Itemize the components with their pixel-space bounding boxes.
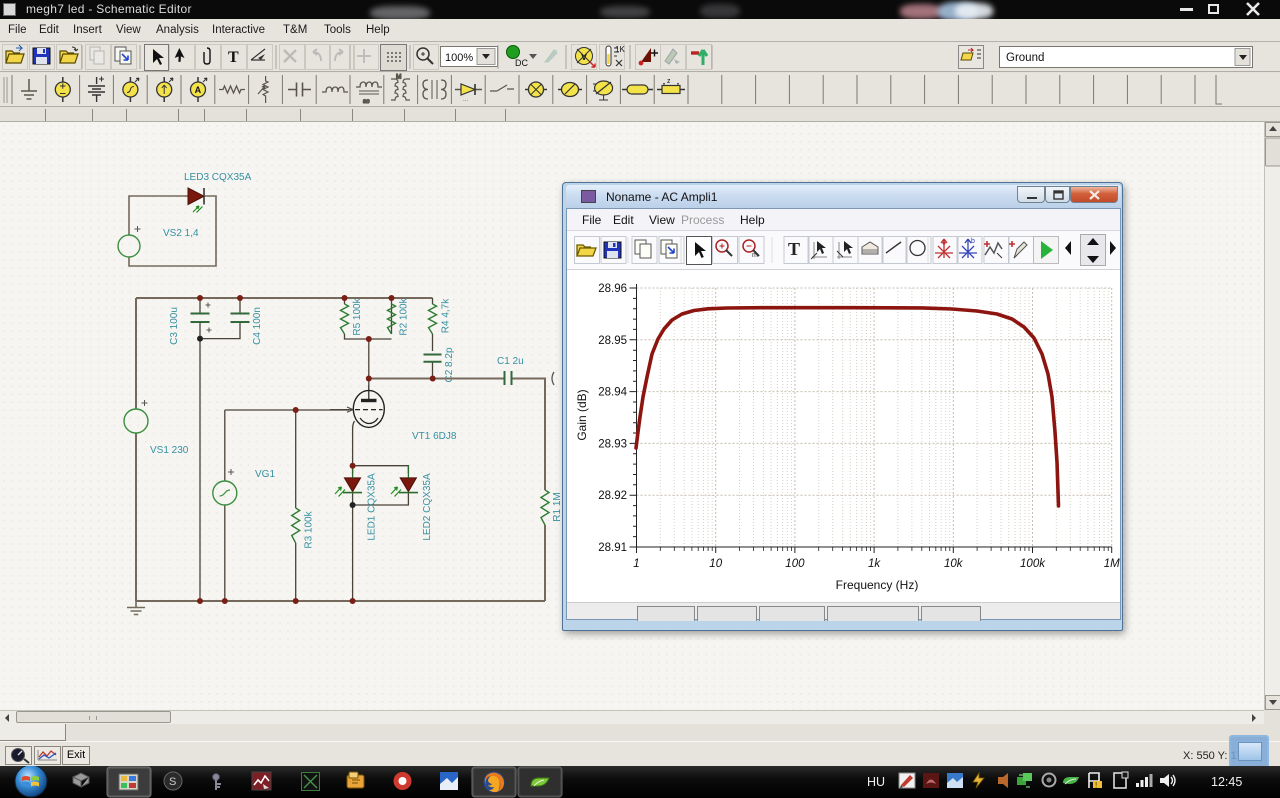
svg-text:28.94: 28.94 [598, 387, 627, 399]
svg-text:1k: 1k [868, 558, 881, 570]
svg-text:S: S [169, 776, 176, 788]
svg-text:100k: 100k [1020, 558, 1046, 570]
svg-text:1M: 1M [1104, 558, 1120, 570]
svg-text:LED2 CQX35A: LED2 CQX35A [422, 473, 433, 541]
svg-text:A: A [195, 85, 202, 95]
svg-text:28.95: 28.95 [598, 335, 627, 347]
svg-text:1K: 1K [615, 45, 625, 54]
svg-text:VS2 1,4: VS2 1,4 [163, 228, 199, 239]
svg-text:R4 4,7k: R4 4,7k [441, 298, 452, 333]
svg-text:T: T [228, 49, 239, 66]
svg-text:!: ! [1095, 781, 1097, 790]
svg-text:Ground: Ground [1006, 52, 1044, 64]
svg-text:R3 100k: R3 100k [304, 510, 315, 548]
svg-text:10k: 10k [944, 558, 964, 570]
svg-text:10: 10 [709, 558, 722, 570]
svg-text:LED3 CQX35A: LED3 CQX35A [184, 172, 252, 183]
svg-text:C2 8.2p: C2 8.2p [444, 347, 455, 382]
svg-text:1: 1 [633, 558, 639, 570]
svg-text:m: m [752, 252, 758, 259]
svg-text:12:45: 12:45 [1211, 775, 1242, 789]
svg-text:DC: DC [515, 58, 528, 68]
svg-text:T: T [788, 239, 800, 259]
svg-text:M: M [396, 74, 401, 81]
svg-text:...: ... [463, 97, 468, 103]
svg-text:z: z [667, 78, 671, 85]
svg-text:LED1 CQX35A: LED1 CQX35A [367, 473, 378, 541]
svg-text:R5 100k: R5 100k [352, 297, 363, 335]
svg-text:ac: ac [363, 99, 369, 105]
svg-text:28.93: 28.93 [598, 438, 627, 450]
svg-text:VT1 6DJ8: VT1 6DJ8 [412, 431, 457, 442]
svg-text:C4 100n: C4 100n [252, 307, 263, 345]
svg-text:C3 100u: C3 100u [169, 307, 180, 345]
svg-text:C1 2u: C1 2u [497, 356, 524, 367]
svg-text:Frequency (Hz): Frequency (Hz) [836, 578, 919, 592]
svg-text:R2 100k: R2 100k [399, 297, 410, 335]
svg-text:100: 100 [785, 558, 805, 570]
svg-text:28.92: 28.92 [598, 490, 627, 502]
svg-text:28.91: 28.91 [598, 542, 627, 554]
svg-text:28.96: 28.96 [598, 283, 627, 295]
svg-text:Gain (dB): Gain (dB) [575, 389, 589, 440]
svg-text:VS1 230: VS1 230 [150, 445, 189, 456]
svg-text:VG1: VG1 [255, 469, 275, 480]
svg-text:100%: 100% [445, 52, 473, 64]
svg-text:HU: HU [867, 775, 885, 789]
svg-text:b: b [971, 238, 975, 245]
